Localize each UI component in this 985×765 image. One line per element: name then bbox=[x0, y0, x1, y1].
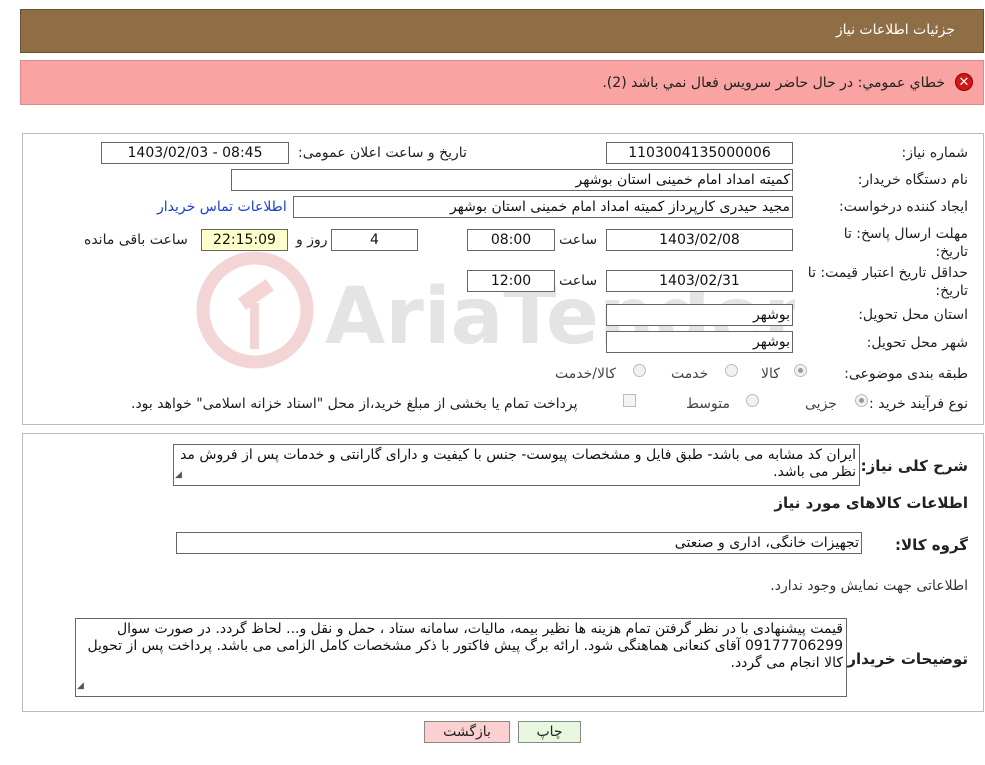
summary-text: ایران کد مشابه می باشد- طبق فایل و مشخصا… bbox=[180, 447, 856, 480]
province-field: بوشهر bbox=[606, 304, 793, 326]
deadline-time-label: ساعت bbox=[559, 232, 598, 248]
no-info-text: اطلاعاتی جهت نمایش وجود ندارد. bbox=[770, 578, 968, 594]
buyer-contact-link[interactable]: اطلاعات تماس خریدار bbox=[157, 199, 287, 215]
city-field: بوشهر bbox=[606, 331, 793, 353]
process-option-minor: جزیی bbox=[805, 396, 837, 412]
remaining-time-field: 22:15:09 bbox=[201, 229, 288, 251]
buyer-notes-textarea[interactable]: قیمت پیشنهادی با در نظر گرفتن تمام هزینه… bbox=[75, 618, 847, 697]
buyer-org-field: کمیته امداد امام خمینی استان بوشهر bbox=[231, 169, 793, 191]
category-option-goods: کالا bbox=[761, 366, 780, 382]
process-radio-medium[interactable] bbox=[746, 394, 759, 407]
days-field: 4 bbox=[331, 229, 418, 251]
buyer-org-label: نام دستگاه خریدار: bbox=[857, 172, 968, 188]
validity-label: حداقل تاریخ اعتبار قیمت: تا تاریخ: bbox=[807, 265, 968, 299]
error-icon: ✕ bbox=[955, 73, 973, 91]
validity-time-field: 12:00 bbox=[467, 270, 555, 292]
creator-field: مجید حیدری کارپرداز کمیته امداد امام خمی… bbox=[293, 196, 793, 218]
goods-heading: اطلاعات کالاهای مورد نیاز bbox=[774, 494, 968, 512]
category-label: طبقه بندی موضوعی: bbox=[844, 366, 968, 382]
need-number-label: شماره نیاز: bbox=[901, 145, 969, 161]
category-option-service: خدمت bbox=[671, 366, 709, 382]
print-button[interactable]: چاپ bbox=[518, 721, 581, 743]
validity-time-label: ساعت bbox=[559, 273, 598, 289]
error-message: خطاي عمومي: در حال حاضر سرويس فعال نمي ب… bbox=[602, 75, 945, 91]
goods-group-field: تجهیزات خانگی، اداری و صنعتی bbox=[176, 532, 862, 554]
payment-note: پرداخت تمام یا بخشی از مبلغ خرید،از محل … bbox=[131, 396, 578, 412]
process-label: نوع فرآیند خرید : bbox=[869, 396, 968, 412]
announce-field: 1403/02/03 - 08:45 bbox=[101, 142, 289, 164]
days-label: روز و bbox=[296, 232, 328, 248]
category-radio-goods-service[interactable] bbox=[633, 364, 646, 377]
summary-label: شرح کلی نیاز: bbox=[860, 457, 968, 475]
need-number-field: 1103004135000006 bbox=[606, 142, 793, 164]
process-radio-minor[interactable] bbox=[855, 394, 868, 407]
page-title: جزئیات اطلاعات نیاز bbox=[835, 22, 955, 38]
treasury-payment-checkbox[interactable] bbox=[623, 394, 636, 407]
category-radio-service[interactable] bbox=[725, 364, 738, 377]
resize-grip-icon[interactable]: ◢ bbox=[175, 467, 182, 484]
announce-label: تاریخ و ساعت اعلان عمومی: bbox=[298, 145, 467, 161]
validity-date-field: 1403/02/31 bbox=[606, 270, 793, 292]
summary-textarea[interactable]: ایران کد مشابه می باشد- طبق فایل و مشخصا… bbox=[173, 444, 860, 486]
deadline-label: مهلت ارسال پاسخ: تا تاریخ: bbox=[843, 226, 968, 260]
category-radio-goods[interactable] bbox=[794, 364, 807, 377]
deadline-time-field: 08:00 bbox=[467, 229, 555, 251]
deadline-date-field: 1403/02/08 bbox=[606, 229, 793, 251]
process-option-medium: متوسط bbox=[686, 396, 730, 412]
city-label: شهر محل تحویل: bbox=[866, 335, 968, 351]
page-header: جزئیات اطلاعات نیاز bbox=[20, 9, 984, 53]
province-label: استان محل تحویل: bbox=[858, 307, 968, 323]
buyer-notes-text: قیمت پیشنهادی با در نظر گرفتن تمام هزینه… bbox=[87, 621, 843, 671]
goods-group-label: گروه کالا: bbox=[895, 536, 968, 554]
resize-grip-icon[interactable]: ◢ bbox=[77, 678, 84, 695]
remaining-label: ساعت باقی مانده bbox=[84, 232, 188, 248]
category-option-goods-service: کالا/خدمت bbox=[555, 366, 616, 382]
back-button[interactable]: بازگشت bbox=[424, 721, 510, 743]
creator-label: ایجاد کننده درخواست: bbox=[839, 199, 968, 215]
error-banner: ✕ خطاي عمومي: در حال حاضر سرويس فعال نمي… bbox=[20, 60, 984, 105]
buyer-notes-label: توضیحات خریدار: bbox=[841, 650, 968, 668]
